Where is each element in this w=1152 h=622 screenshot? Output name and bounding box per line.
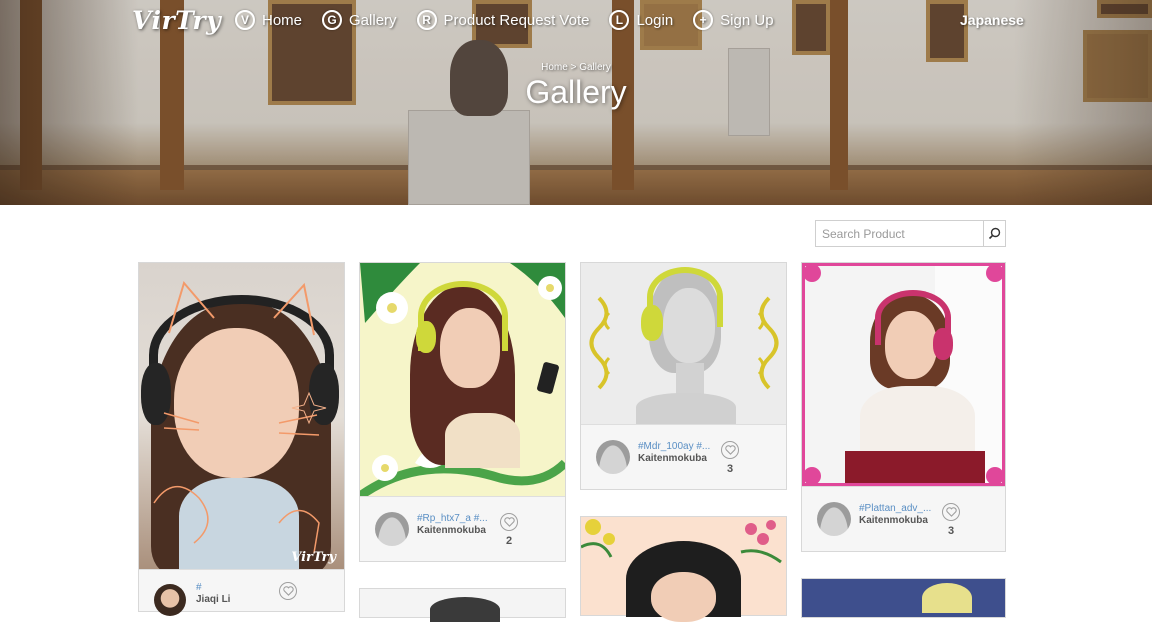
like-count: 3 (947, 525, 955, 537)
card-photo[interactable] (581, 263, 786, 425)
search-button[interactable] (983, 221, 1005, 246)
plus-circle-icon: + (693, 10, 714, 30)
card-tag[interactable]: #Mdr_100ay #... (638, 441, 710, 452)
heart-icon (724, 445, 736, 455)
gallery-card-partial[interactable] (801, 578, 1006, 618)
like-count: 3 (726, 463, 734, 475)
gallery-card[interactable]: #Mdr_100ay #... Kaitenmokuba 3 (580, 262, 787, 490)
card-user[interactable]: Kaitenmokuba (859, 515, 928, 526)
r-circle-icon: R (416, 10, 437, 30)
like-button[interactable] (279, 582, 297, 600)
g-circle-icon: G (322, 10, 343, 30)
cat-filter-overlay (153, 280, 327, 554)
nav-gallery[interactable]: G Gallery (322, 10, 397, 30)
nav-gallery-label: Gallery (349, 11, 397, 29)
gallery-card-partial[interactable] (359, 588, 566, 622)
card-tag[interactable]: #Rp_htx7_a #... (417, 513, 488, 524)
card-tag[interactable]: # (196, 582, 202, 593)
card-meta: #Plattan_adv_... Kaitenmokuba 3 (802, 486, 1005, 551)
photo-shirt (445, 413, 520, 468)
like-button[interactable] (721, 441, 739, 459)
v-circle-icon: V (235, 10, 255, 30)
breadcrumb-separator: > (567, 62, 580, 73)
gallery-card[interactable]: #Plattan_adv_... Kaitenmokuba 3 (801, 262, 1006, 552)
card-photo[interactable]: VirTry (139, 263, 344, 571)
main-nav: V Home G Gallery R Product Request Vote … (235, 10, 794, 30)
gallery-card[interactable]: VirTry # Jiaqi Li (138, 262, 345, 616)
corner-flowers (805, 266, 1002, 483)
card-user[interactable]: Kaitenmokuba (417, 525, 486, 536)
nav-home-label: Home (262, 11, 303, 29)
photo-ear-cup (416, 321, 436, 353)
card-meta: #Rp_htx7_a #... Kaitenmokuba 2 (360, 496, 565, 561)
watermark: VirTry (291, 550, 336, 565)
gallery-card-partial[interactable] (580, 516, 787, 622)
nav-product-request-vote[interactable]: R Product Request Vote (416, 10, 590, 30)
breadcrumb-home[interactable]: Home (541, 62, 568, 73)
heart-icon (945, 507, 957, 517)
nav-login-label: Login (636, 11, 674, 29)
heart-icon (503, 517, 515, 527)
avatar-placeholder[interactable] (817, 502, 851, 536)
card-meta: # Jiaqi Li (139, 569, 344, 616)
nav-home[interactable]: V Home (235, 10, 302, 30)
card-photo[interactable] (360, 263, 565, 496)
avatar-placeholder[interactable] (375, 512, 409, 546)
avatar-placeholder[interactable] (596, 440, 630, 474)
search-box (815, 220, 1006, 247)
l-circle-icon: L (609, 10, 630, 30)
card-user[interactable]: Jiaqi Li (196, 594, 230, 605)
card-user[interactable]: Kaitenmokuba (638, 453, 707, 464)
nav-sign-up-label: Sign Up (720, 11, 774, 29)
gallery-card[interactable]: #Rp_htx7_a #... Kaitenmokuba 2 (359, 262, 566, 562)
heart-icon (282, 586, 294, 596)
language-switch[interactable]: Japanese (960, 12, 1024, 28)
nav-product-request-vote-label: Product Request Vote (443, 11, 590, 29)
like-button[interactable] (942, 503, 960, 521)
breadcrumb: Home > Gallery (0, 62, 1152, 73)
photo-ear-cup (641, 305, 663, 341)
brand-logo[interactable]: VirTry (132, 6, 221, 35)
card-tag[interactable]: #Plattan_adv_... (859, 503, 931, 514)
page-title: Gallery (525, 74, 627, 110)
nav-sign-up[interactable]: + Sign Up (693, 10, 774, 30)
nav-login[interactable]: L Login (609, 10, 673, 30)
like-count: 2 (505, 535, 513, 547)
like-button[interactable] (500, 513, 518, 531)
breadcrumb-current: Gallery (579, 62, 611, 73)
card-meta: #Mdr_100ay #... Kaitenmokuba 3 (581, 424, 786, 489)
photo-shoulders (636, 393, 736, 425)
search-icon (988, 227, 1001, 240)
card-photo[interactable] (802, 263, 1005, 486)
avatar[interactable] (154, 584, 186, 616)
photo-face (651, 572, 716, 622)
photo-shape (922, 583, 972, 613)
search-input[interactable] (816, 221, 983, 246)
photo-hair (430, 597, 500, 622)
